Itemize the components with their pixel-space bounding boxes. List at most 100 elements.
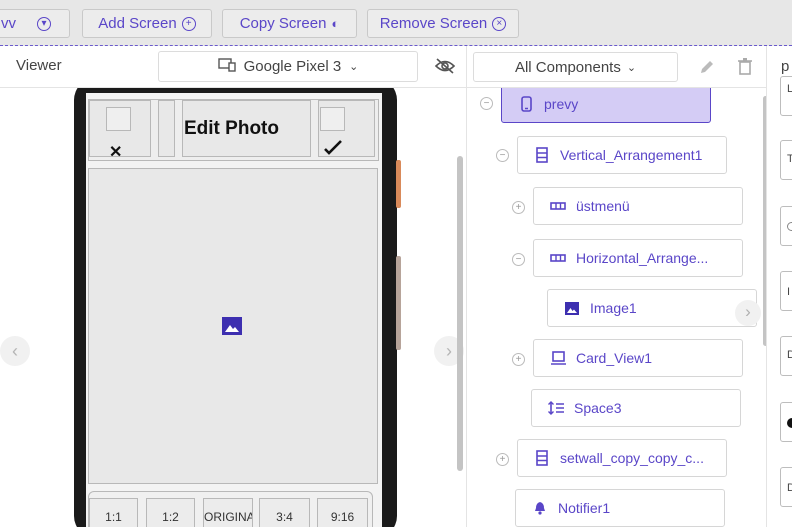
- vertical-arrangement-icon: [534, 450, 550, 466]
- tree-node-card-view1[interactable]: Card_View1: [533, 339, 743, 377]
- chevron-down-icon: ⌄: [349, 61, 359, 73]
- property-label: D: [787, 482, 792, 494]
- color-swatch: [787, 418, 792, 428]
- tree-node-image1[interactable]: Image1: [547, 289, 757, 327]
- property-label: I: [787, 286, 791, 298]
- phone-side-button: [396, 160, 401, 208]
- bell-icon: [532, 500, 548, 516]
- property-field[interactable]: D: [780, 336, 792, 376]
- add-screen-label: Add Screen: [98, 15, 177, 32]
- device-name: Google Pixel 3: [243, 58, 342, 75]
- tree-node-label: Horizontal_Arrange...: [576, 250, 709, 266]
- chevron-down-icon: ⌄: [626, 61, 637, 74]
- ratio-button[interactable]: 9:16: [317, 498, 368, 527]
- devices-icon: [217, 57, 236, 76]
- image-icon: [564, 300, 580, 316]
- close-circle-icon: ×: [492, 16, 507, 31]
- expand-toggle-icon[interactable]: +: [512, 201, 525, 214]
- spacer-box: [158, 100, 175, 157]
- screen-toolbar: vv ▾ Add Screen + Copy Screen ◐ Remove S…: [0, 0, 792, 46]
- tree-node-label: Notifier1: [558, 500, 611, 516]
- property-label: L: [787, 83, 792, 95]
- phone-icon: [518, 96, 534, 112]
- tree-node-label: Image1: [590, 300, 637, 316]
- property-label: T: [787, 153, 792, 165]
- ratio-button[interactable]: 1:2: [146, 498, 195, 527]
- tree-node-label: Card_View1: [576, 350, 653, 366]
- check-icon[interactable]: [323, 139, 343, 158]
- component-tree: − prevy − Vertical_Arrangement1 + üstmen…: [466, 88, 766, 527]
- close-icon-placeholder: [106, 107, 131, 131]
- check-icon-placeholder: [320, 107, 345, 131]
- expand-toggle-icon[interactable]: +: [496, 453, 509, 466]
- screen-selector-label: vv: [1, 15, 16, 32]
- tree-node-label: Space3: [574, 400, 622, 416]
- chevron-down-icon: ▾: [37, 16, 51, 31]
- property-field[interactable]: L: [780, 76, 792, 116]
- tree-node-label: prevy: [544, 96, 579, 112]
- remove-screen-button[interactable]: Remove Screen ×: [367, 9, 519, 38]
- space-icon: [548, 400, 564, 416]
- component-filter-label: All Components: [514, 58, 621, 76]
- close-icon[interactable]: ✕: [109, 142, 122, 162]
- device-selector[interactable]: Google Pixel 3 ⌄: [158, 51, 418, 82]
- expand-toggle-icon[interactable]: +: [512, 353, 525, 366]
- tree-node-notifier1[interactable]: Notifier1: [515, 489, 725, 527]
- prev-arrow-icon[interactable]: ‹: [0, 336, 30, 366]
- chevron-right-icon[interactable]: ›: [735, 300, 761, 326]
- plus-circle-icon: +: [181, 16, 196, 31]
- tree-node-vertical-arrangement1[interactable]: Vertical_Arrangement1: [517, 136, 727, 174]
- ratio-button[interactable]: ORIGINA: [203, 498, 253, 527]
- tree-node-setwall-copy[interactable]: setwall_copy_copy_c...: [517, 439, 727, 477]
- property-field[interactable]: I: [780, 271, 792, 311]
- vertical-arrangement-icon: [534, 147, 550, 163]
- add-screen-button[interactable]: Add Screen +: [82, 9, 212, 38]
- tree-node-space3[interactable]: Space3: [531, 389, 741, 427]
- property-label: D: [787, 349, 792, 361]
- copy-screen-button[interactable]: Copy Screen ◐: [222, 9, 357, 38]
- tree-node-label: üstmenü: [576, 198, 630, 214]
- copy-icon: ◐: [331, 16, 340, 31]
- collapse-toggle-icon[interactable]: −: [512, 253, 525, 266]
- screen-selector[interactable]: vv ▾: [0, 9, 70, 38]
- properties-panel: p L T I D D: [766, 46, 792, 527]
- eye-off-icon[interactable]: [434, 57, 456, 78]
- ratio-label: 9:16: [330, 510, 355, 524]
- collapse-toggle-icon[interactable]: −: [480, 97, 493, 110]
- tree-node-label: Vertical_Arrangement1: [560, 147, 703, 163]
- viewer-area: ‹ › ✕ Edit Photo 1:1 1:2 ORIGINA 3:4 9:1…: [0, 88, 466, 527]
- trash-icon[interactable]: [738, 58, 752, 78]
- page-title: Edit Photo: [184, 118, 279, 139]
- property-field[interactable]: [780, 206, 792, 246]
- properties-heading: p: [781, 58, 790, 75]
- radio-icon: [787, 222, 792, 231]
- tree-node-horizontal-arrangement[interactable]: Horizontal_Arrange...: [533, 239, 743, 277]
- remove-screen-label: Remove Screen: [379, 15, 488, 32]
- viewer-scrollbar[interactable]: [457, 156, 463, 471]
- viewer-label: Viewer: [16, 57, 62, 74]
- components-header: All Components ⌄: [466, 46, 766, 88]
- pencil-icon[interactable]: [699, 59, 715, 78]
- tree-node-prevy[interactable]: prevy: [501, 88, 711, 123]
- phone-screen: ✕ Edit Photo 1:1 1:2 ORIGINA 3:4 9:16: [86, 93, 382, 527]
- property-field[interactable]: [780, 402, 792, 442]
- ratio-button[interactable]: 1:1: [89, 498, 138, 527]
- ratio-label: 3:4: [276, 510, 293, 524]
- horizontal-arrangement-icon: [550, 250, 566, 266]
- horizontal-arrangement-icon: [550, 198, 566, 214]
- collapse-toggle-icon[interactable]: −: [496, 149, 509, 162]
- tree-node-ustmenu[interactable]: üstmenü: [533, 187, 743, 225]
- copy-screen-label: Copy Screen: [239, 15, 327, 32]
- ratio-label: ORIGINA: [204, 510, 253, 524]
- ratio-label: 1:2: [162, 510, 179, 524]
- card-view-icon: [550, 350, 566, 366]
- image-icon: [222, 317, 242, 338]
- ratio-button[interactable]: 3:4: [259, 498, 310, 527]
- property-field[interactable]: T: [780, 140, 792, 180]
- phone-side-button: [396, 256, 401, 350]
- property-field[interactable]: D: [780, 467, 792, 507]
- tree-node-label: setwall_copy_copy_c...: [560, 450, 704, 466]
- viewer-header: Viewer Google Pixel 3 ⌄: [0, 46, 466, 88]
- component-filter-select[interactable]: All Components ⌄: [473, 52, 678, 82]
- ratio-label: 1:1: [105, 510, 122, 524]
